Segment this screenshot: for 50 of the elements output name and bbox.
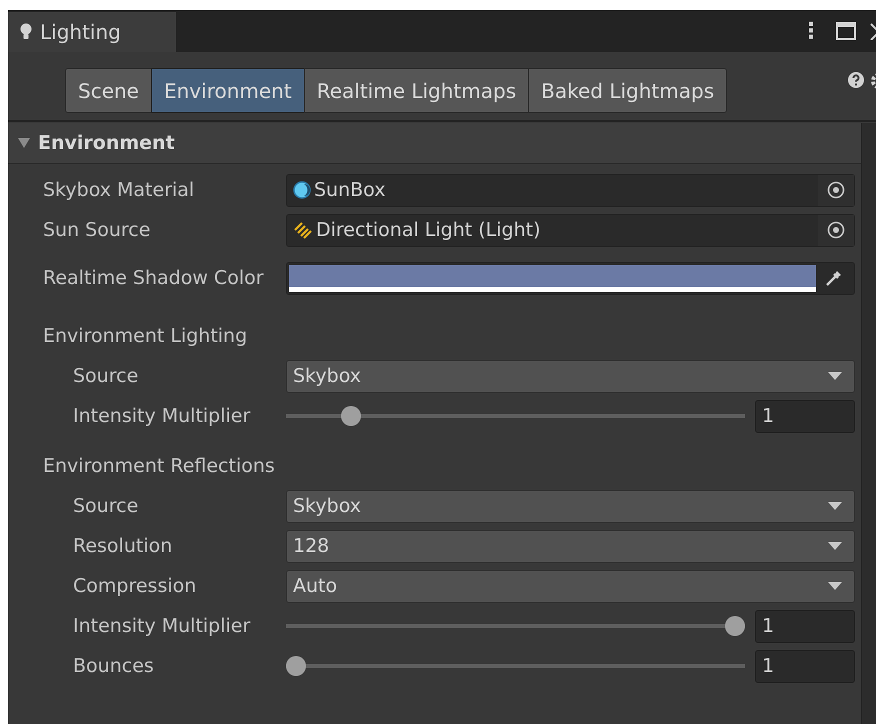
slider-track[interactable] (286, 656, 745, 676)
slider-thumb[interactable] (340, 406, 361, 426)
field-label: Bounces (72, 655, 155, 677)
section-title: Environment (38, 132, 175, 154)
tab[interactable]: Environment (150, 68, 305, 113)
tab[interactable]: Baked Lightmaps (528, 68, 728, 113)
tab[interactable]: Realtime Lightmaps (304, 68, 530, 113)
slider-thumb[interactable] (725, 616, 745, 636)
target-icon[interactable] (827, 221, 845, 239)
dropdown[interactable]: Skybox (286, 490, 855, 522)
field-label: Skybox Material (42, 179, 196, 201)
slider-thumb[interactable] (286, 656, 306, 676)
number-field[interactable]: 1 (755, 400, 855, 432)
maximize-icon[interactable] (836, 22, 856, 40)
eyedropper-icon[interactable] (825, 269, 843, 287)
tab[interactable]: Scene (65, 68, 152, 113)
object-field[interactable]: Directional Light (Light) (286, 214, 855, 246)
field-label: Intensity Multiplier (72, 405, 252, 427)
color-field[interactable] (286, 262, 855, 294)
foldout-arrow-icon[interactable] (18, 138, 30, 148)
dropdown-arrow-icon (828, 372, 842, 380)
sphere-icon (293, 181, 311, 199)
group-label: Environment Lighting (42, 325, 248, 347)
number-field[interactable]: 1 (755, 610, 855, 642)
light-icon (293, 221, 313, 239)
slider-track[interactable] (286, 406, 745, 426)
field-label: Source (72, 495, 140, 517)
field-label: Resolution (72, 535, 174, 557)
field-label: Intensity Multiplier (72, 615, 252, 637)
group-label: Environment Reflections (42, 455, 276, 477)
window-tab[interactable]: Lighting (8, 12, 176, 52)
field-label: Realtime Shadow Color (42, 267, 265, 289)
dropdown[interactable]: Auto (286, 570, 855, 602)
window-title: Lighting (40, 20, 121, 44)
field-label: Sun Source (42, 219, 152, 241)
help-icon[interactable] (848, 72, 864, 88)
dropdown-arrow-icon (828, 502, 842, 510)
dropdown-arrow-icon (828, 582, 842, 590)
number-field[interactable]: 1 (755, 650, 855, 682)
target-icon[interactable] (827, 181, 845, 199)
scrollbar[interactable] (861, 123, 876, 724)
bulb-icon (20, 23, 32, 41)
object-field[interactable]: SunBox (286, 174, 855, 206)
dropdown[interactable]: 128 (286, 530, 855, 562)
more-menu[interactable]: ⋮ (800, 18, 822, 44)
field-label: Compression (72, 575, 198, 597)
slider-track[interactable] (286, 616, 745, 636)
dropdown[interactable]: Skybox (286, 360, 855, 392)
field-label: Source (72, 365, 140, 387)
dropdown-arrow-icon (828, 542, 842, 550)
